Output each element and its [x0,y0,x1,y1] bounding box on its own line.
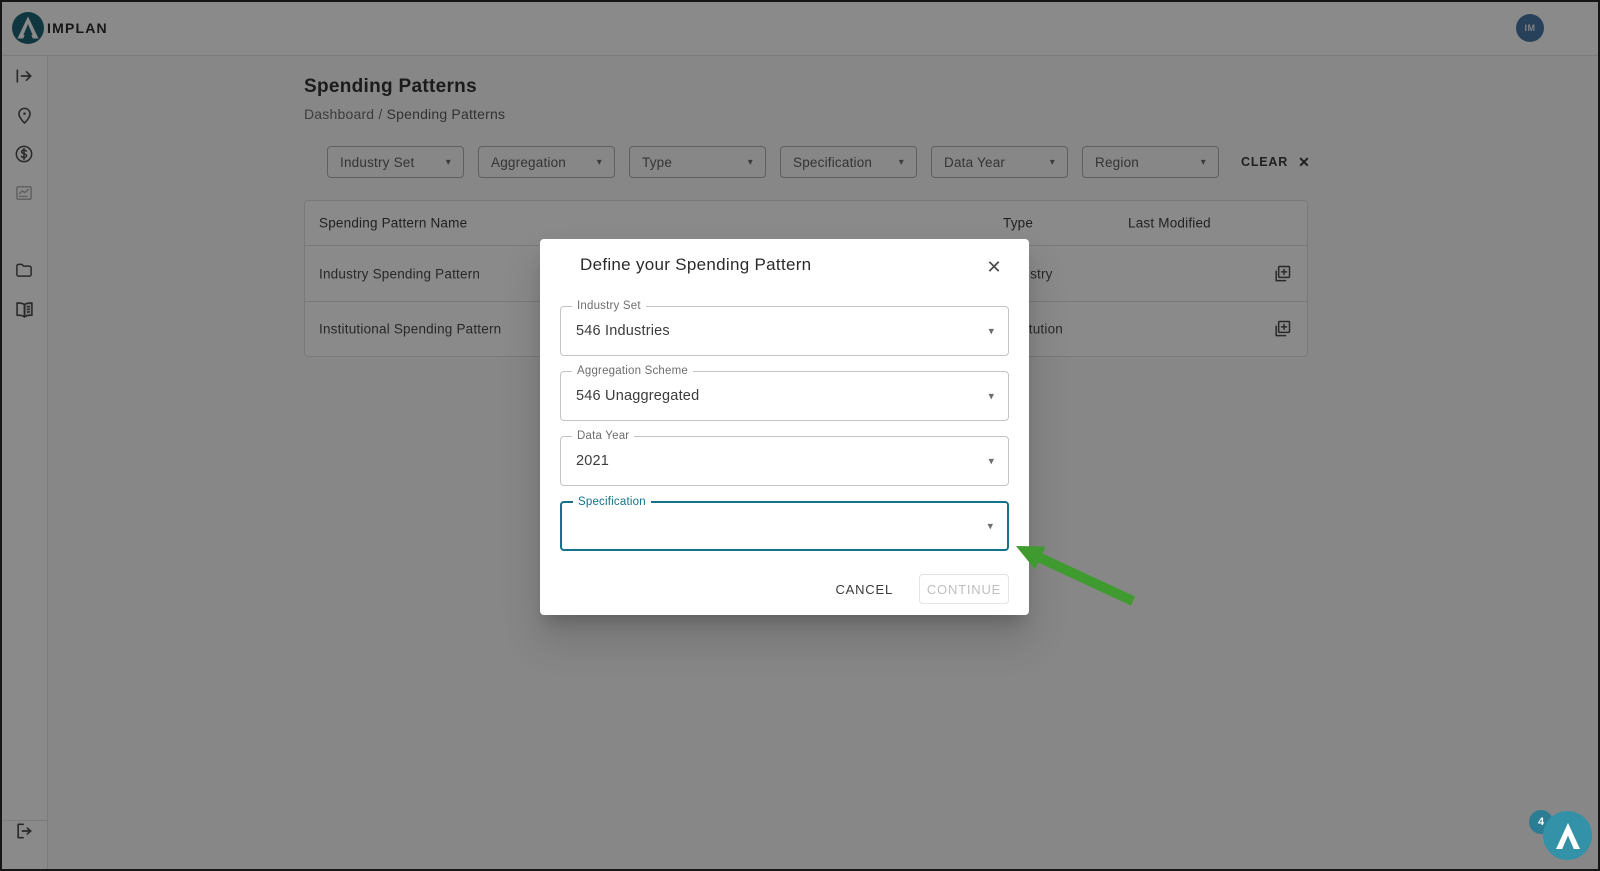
chevron-down-icon: ▾ [987,520,993,533]
field-value: 2021 [576,453,610,469]
chevron-down-icon: ▾ [988,325,994,338]
field-value: 546 Industries [576,323,670,339]
continue-button[interactable]: CONTINUE [919,574,1009,604]
define-spending-pattern-dialog: Define your Spending Pattern ✕ Industry … [540,239,1029,615]
implan-chat-icon [1543,811,1592,860]
close-icon[interactable]: ✕ [981,254,1007,280]
help-chat-widget[interactable]: 4 [1522,803,1600,871]
field-label: Industry Set [572,300,646,313]
industry-set-select[interactable]: Industry Set 546 Industries ▾ [560,300,1009,356]
field-label: Aggregation Scheme [572,365,694,378]
cancel-button[interactable]: CANCEL [821,574,907,604]
aggregation-scheme-select[interactable]: Aggregation Scheme 546 Unaggregated ▾ [560,365,1009,421]
chevron-down-icon: ▾ [988,455,994,468]
dialog-actions: CANCEL CONTINUE [540,574,1009,604]
data-year-select[interactable]: Data Year 2021 ▾ [560,430,1009,486]
chevron-down-icon: ▾ [988,390,994,403]
specification-select[interactable]: Specification ▾ [560,496,1009,551]
field-label: Data Year [572,430,635,443]
dialog-title: Define your Spending Pattern [580,255,812,274]
field-value: 546 Unaggregated [576,388,700,404]
field-label: Specification [573,496,651,509]
